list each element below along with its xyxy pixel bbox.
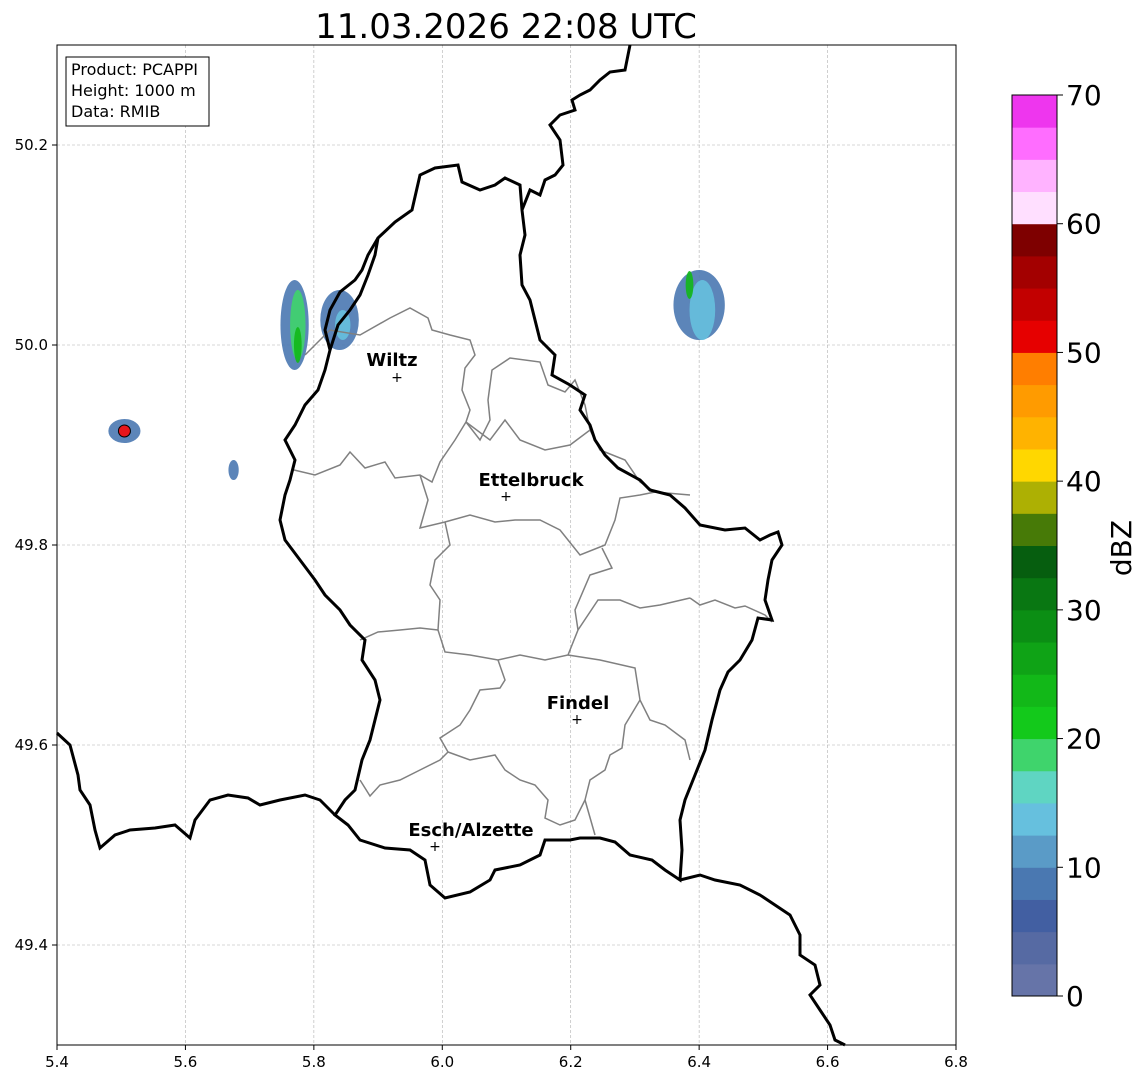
city-label-esch-alzette: Esch/Alzette bbox=[408, 820, 533, 841]
colorbar-segment bbox=[1012, 770, 1057, 804]
y-tick-label: 50.2 bbox=[15, 136, 48, 154]
city-label-ettelbruck: Ettelbruck bbox=[478, 470, 584, 491]
colorbar-segment bbox=[1012, 867, 1057, 900]
x-tick-label: 6.8 bbox=[944, 1053, 968, 1071]
colorbar-segment bbox=[1012, 899, 1057, 933]
colorbar-label: dBZ bbox=[1105, 520, 1138, 576]
city-marker-esch-alzette: + bbox=[429, 839, 441, 855]
radar-site-marker bbox=[117, 424, 131, 438]
colorbar-segment bbox=[1012, 288, 1057, 321]
city-label-wiltz: Wiltz bbox=[366, 350, 417, 371]
colorbar-segment bbox=[1012, 931, 1057, 965]
colorbar-segment bbox=[1012, 95, 1057, 128]
colorbar-tick-label: 50 bbox=[1066, 336, 1102, 369]
y-axis-ticks: 49.4 49.6 49.8 50.0 50.2 bbox=[15, 136, 57, 954]
colorbar-segment bbox=[1012, 835, 1057, 868]
x-tick-label: 5.8 bbox=[302, 1053, 326, 1071]
info-product: Product: PCAPPI bbox=[71, 60, 198, 79]
colorbar-segment bbox=[1012, 223, 1057, 257]
colorbar-tick-label: 10 bbox=[1066, 851, 1102, 884]
colorbar-segment bbox=[1012, 577, 1057, 611]
colorbar-ticks: 0 10 20 30 40 50 60 70 bbox=[1057, 79, 1102, 1013]
city-marker-ettelbruck: + bbox=[500, 489, 512, 505]
colorbar-segment bbox=[1012, 963, 1057, 997]
x-axis-ticks: 5.4 5.6 5.8 6.0 6.2 6.4 6.6 6.8 bbox=[45, 1045, 968, 1071]
colorbar-segments bbox=[1012, 95, 1057, 997]
colorbar-segment bbox=[1012, 545, 1057, 579]
x-tick-label: 6.6 bbox=[816, 1053, 840, 1071]
echo-cell bbox=[689, 280, 716, 340]
colorbar-segment bbox=[1012, 802, 1057, 836]
echo-cell bbox=[293, 327, 302, 363]
x-tick-label: 6.0 bbox=[430, 1053, 454, 1071]
x-tick-label: 5.4 bbox=[45, 1053, 69, 1071]
map-title: 11.03.2026 22:08 UTC bbox=[315, 7, 697, 47]
echo-cell bbox=[228, 460, 239, 480]
colorbar-tick-label: 0 bbox=[1066, 980, 1084, 1013]
colorbar-tick-label: 40 bbox=[1066, 465, 1102, 498]
x-tick-label: 6.2 bbox=[559, 1053, 583, 1071]
y-tick-label: 49.8 bbox=[15, 536, 48, 554]
x-tick-label: 6.4 bbox=[687, 1053, 711, 1071]
colorbar-segment bbox=[1012, 159, 1057, 193]
colorbar-segment bbox=[1012, 352, 1057, 386]
colorbar-segment bbox=[1012, 255, 1057, 289]
colorbar-segment bbox=[1012, 738, 1057, 772]
city-marker-wiltz: + bbox=[391, 370, 403, 386]
colorbar-segment bbox=[1012, 448, 1057, 482]
colorbar-segment bbox=[1012, 706, 1057, 740]
y-tick-label: 50.0 bbox=[15, 336, 48, 354]
y-tick-label: 49.6 bbox=[15, 736, 48, 754]
colorbar-segment bbox=[1012, 609, 1057, 643]
city-label-findel: Findel bbox=[547, 693, 610, 714]
x-tick-label: 5.6 bbox=[173, 1053, 197, 1071]
info-height: Height: 1000 m bbox=[71, 81, 196, 100]
colorbar-tick-label: 60 bbox=[1066, 208, 1102, 241]
colorbar-segment bbox=[1012, 642, 1057, 675]
colorbar-tick-label: 30 bbox=[1066, 594, 1102, 627]
colorbar-tick-label: 70 bbox=[1066, 79, 1102, 112]
map-frame bbox=[57, 45, 956, 1045]
echo-cell bbox=[685, 271, 694, 299]
info-data-source: Data: RMIB bbox=[71, 102, 160, 121]
colorbar-segment bbox=[1012, 416, 1057, 450]
colorbar-segment bbox=[1012, 481, 1057, 514]
city-marker-findel: + bbox=[571, 712, 583, 728]
colorbar-tick-label: 20 bbox=[1066, 723, 1102, 756]
colorbar-segment bbox=[1012, 320, 1057, 353]
y-tick-label: 49.4 bbox=[15, 936, 48, 954]
colorbar-segment bbox=[1012, 384, 1057, 418]
colorbar-segment bbox=[1012, 191, 1057, 225]
radar-map-figure: 11.03.2026 22:08 UTC Wiltz + Ettelbruck … bbox=[15, 7, 1138, 1071]
info-box: Product: PCAPPI Height: 1000 m Data: RMI… bbox=[65, 56, 210, 127]
colorbar: 0 10 20 30 40 50 60 70 dBZ bbox=[1011, 79, 1138, 1013]
colorbar-segment bbox=[1012, 674, 1057, 707]
colorbar-segment bbox=[1012, 513, 1057, 546]
colorbar-segment bbox=[1012, 127, 1057, 160]
map-panel: Wiltz + Ettelbruck + Findel + Esch/Alzet… bbox=[55, 44, 957, 1047]
